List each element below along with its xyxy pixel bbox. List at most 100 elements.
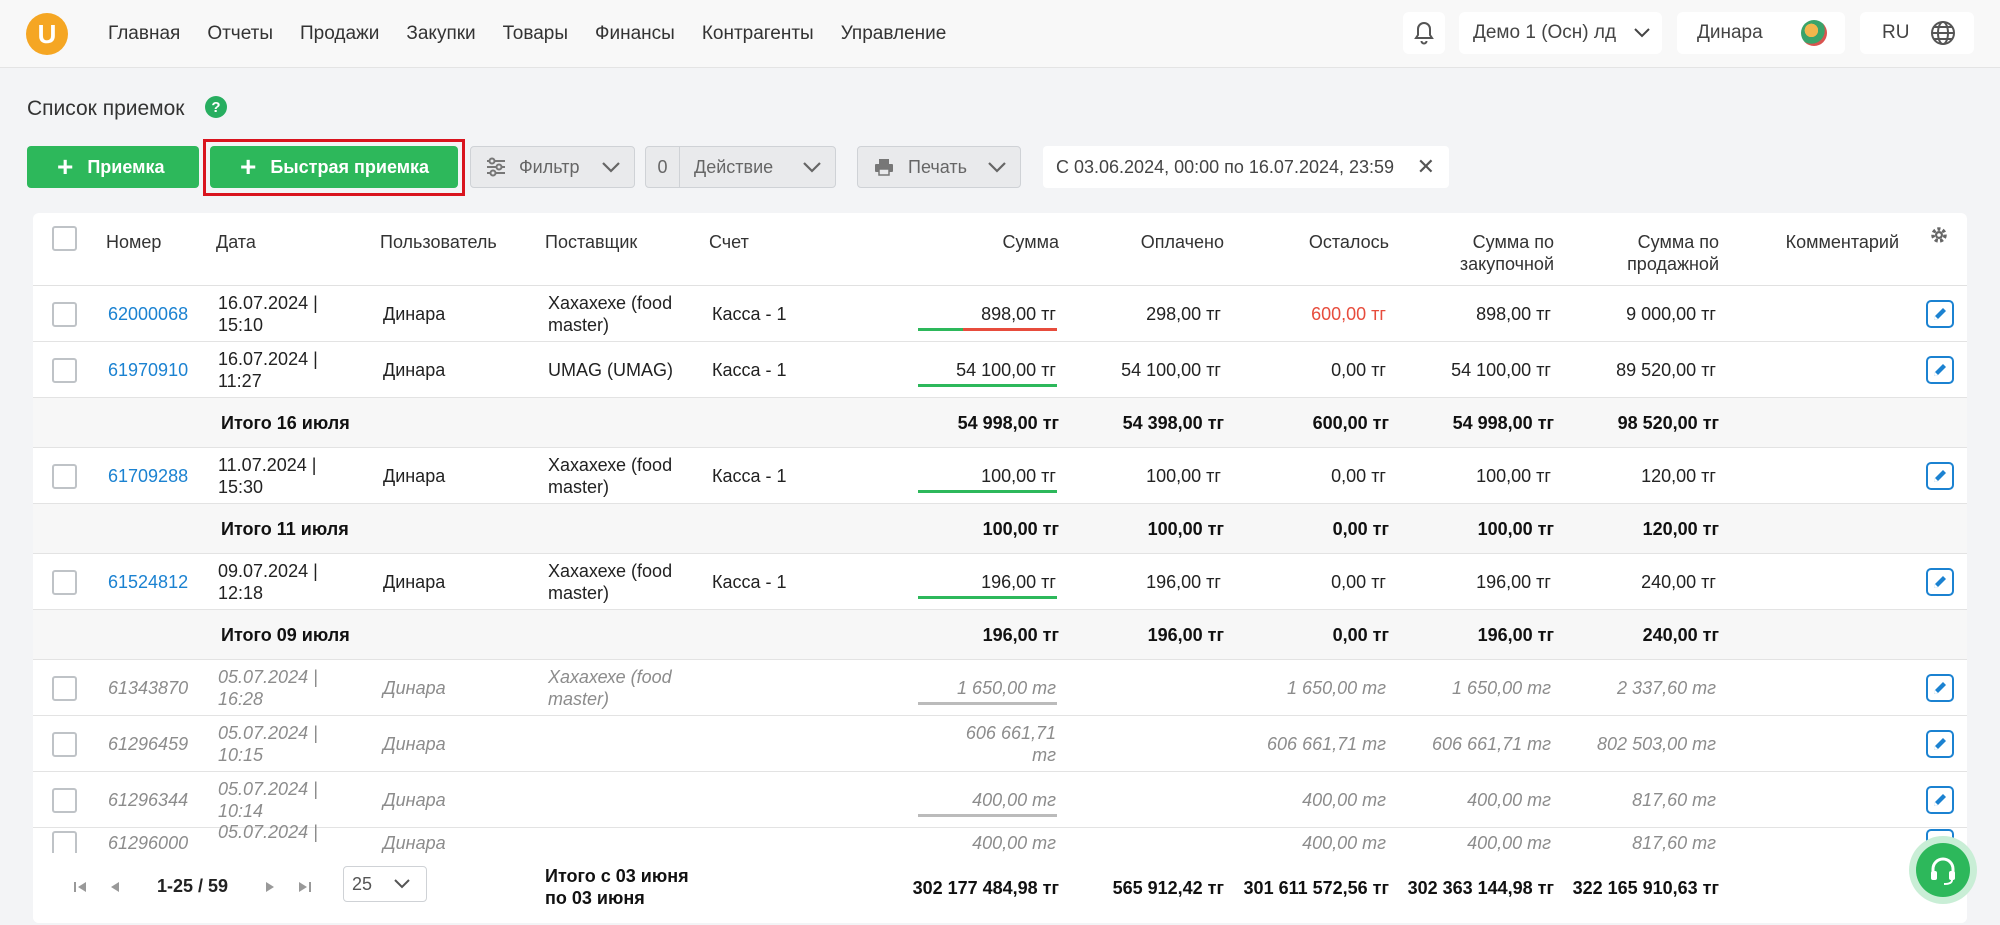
receipt-date: 16.07.2024 | 11:27 xyxy=(218,348,318,392)
subtotal-label: Итого 09 июля xyxy=(221,625,350,645)
col-user[interactable]: Пользователь xyxy=(380,231,497,253)
top-navbar: U Главная Отчеты Продажи Закупки Товары … xyxy=(0,0,2000,68)
receipt-number-link[interactable]: 61970910 xyxy=(108,359,188,381)
table-row[interactable]: 61343870 05.07.2024 | 16:28 Динара Хахахехе … xyxy=(33,660,1967,716)
receipt-number-link[interactable]: 61709288 xyxy=(108,465,188,487)
org-name: Демо 1 (Осн) лд xyxy=(1473,22,1617,43)
receipt-sale-sum: 240,00 тг xyxy=(1641,572,1716,592)
receipt-date-line1: 05.07.2024 | xyxy=(218,779,318,799)
row-checkbox[interactable] xyxy=(52,732,77,757)
row-checkbox[interactable] xyxy=(52,358,77,383)
pencil-icon xyxy=(1934,308,1946,320)
prev-page-icon[interactable] xyxy=(109,880,121,894)
table-row[interactable]: 62000068 16.07.2024 | 15:10 Динара Хахахехе … xyxy=(33,286,1967,342)
support-button-inner xyxy=(1916,843,1970,897)
fast-priemka-button[interactable]: + Быстрая приемка xyxy=(210,146,458,188)
language-selector[interactable]: RU xyxy=(1860,12,1974,54)
user-name: Динара xyxy=(1697,22,1763,43)
edit-button[interactable] xyxy=(1926,674,1954,702)
edit-button[interactable] xyxy=(1926,356,1954,384)
table-header: Номер Дата Пользователь Поставщик Счет С… xyxy=(33,213,1967,286)
receipt-number-link[interactable]: 62000068 xyxy=(108,303,188,325)
gear-icon[interactable] xyxy=(1929,225,1949,245)
nav-item-purchases[interactable]: Закупки xyxy=(406,23,475,45)
edit-button[interactable] xyxy=(1926,568,1954,596)
print-button[interactable]: Печать xyxy=(857,146,1021,188)
nav-item-contractors[interactable]: Контрагенты xyxy=(702,23,814,45)
table-row[interactable]: 61970910 16.07.2024 | 11:27 Динара UMAG (UMA… xyxy=(33,342,1967,398)
nav-item-reports[interactable]: Отчеты xyxy=(207,23,273,45)
nav-item-home[interactable]: Главная xyxy=(108,23,180,45)
receipt-date-line1: 11.07.2024 | xyxy=(218,455,317,475)
row-checkbox[interactable] xyxy=(52,302,77,327)
edit-button[interactable] xyxy=(1926,786,1954,814)
row-checkbox[interactable] xyxy=(52,788,77,813)
row-checkbox[interactable] xyxy=(52,570,77,595)
action-dropdown[interactable]: 0 Действие xyxy=(645,146,836,188)
payment-status-bar xyxy=(918,596,1057,599)
table-row[interactable]: 61524812 09.07.2024 | 12:18 Динара Хахахехе … xyxy=(33,554,1967,610)
receipt-sale-sum: 817,60 тг xyxy=(1632,833,1716,853)
row-checkbox[interactable] xyxy=(52,464,77,489)
pencil-icon xyxy=(1934,364,1946,376)
receipt-date: 09.07.2024 | 12:18 xyxy=(218,560,318,604)
col-account[interactable]: Счет xyxy=(709,231,749,253)
nav-item-products[interactable]: Товары xyxy=(503,23,568,45)
main-nav: Главная Отчеты Продажи Закупки Товары Фи… xyxy=(108,0,946,68)
receipt-date-line1: 16.07.2024 | xyxy=(218,293,318,313)
receipt-date: 05.07.2024 | xyxy=(218,821,318,843)
table-row[interactable]: 61296459 05.07.2024 | 10:15 Динара 606 661,7… xyxy=(33,716,1967,772)
headset-icon xyxy=(1931,857,1955,885)
user-menu[interactable]: Динара xyxy=(1677,12,1845,54)
add-priemka-button[interactable]: + Приемка xyxy=(27,146,199,188)
nav-item-sales[interactable]: Продажи xyxy=(300,23,379,45)
col-date[interactable]: Дата xyxy=(216,231,256,253)
col-sum-sale[interactable]: Сумма по продажной xyxy=(1519,231,1719,275)
payment-status-bar xyxy=(918,490,1057,493)
col-number[interactable]: Номер xyxy=(106,231,161,253)
nav-item-management[interactable]: Управление xyxy=(841,23,947,45)
receipt-user: Динара xyxy=(383,833,446,853)
nav-item-finance[interactable]: Финансы xyxy=(595,23,675,45)
col-supplier[interactable]: Поставщик xyxy=(545,231,637,253)
edit-button[interactable] xyxy=(1926,300,1954,328)
payment-status-bar xyxy=(918,702,1057,705)
receipt-date-line2: 12:18 xyxy=(218,583,264,603)
receipt-account: Касса - 1 xyxy=(712,304,787,324)
next-page-icon[interactable] xyxy=(264,880,276,894)
receipt-date-line1: 09.07.2024 | xyxy=(218,561,318,581)
close-icon[interactable]: ✕ xyxy=(1417,154,1435,180)
first-page-icon[interactable] xyxy=(73,880,87,894)
help-icon[interactable]: ? xyxy=(205,96,227,118)
receipt-number-link[interactable]: 61296459 xyxy=(108,733,188,755)
plus-icon: + xyxy=(57,151,74,182)
receipt-number-link[interactable]: 61296000 xyxy=(108,832,188,854)
umag-logo[interactable]: U xyxy=(26,13,68,55)
receipt-number-link[interactable]: 61343870 xyxy=(108,677,188,699)
receipt-date-line2: 10:14 xyxy=(218,801,264,821)
receipt-user: Динара xyxy=(383,678,446,698)
chevron-down-icon xyxy=(803,161,821,173)
payment-status-bar-paid xyxy=(918,328,963,331)
select-all-checkbox[interactable] xyxy=(52,226,77,251)
receipt-number-link[interactable]: 61524812 xyxy=(108,571,188,593)
table-row[interactable]: 61709288 11.07.2024 | 15:30 Динара Хахахехе … xyxy=(33,448,1967,504)
edit-button[interactable] xyxy=(1926,462,1954,490)
row-checkbox[interactable] xyxy=(52,676,77,701)
receipt-number-link[interactable]: 61296344 xyxy=(108,789,188,811)
per-page-select[interactable]: 25 xyxy=(343,866,427,902)
subtotal-sale: 120,00 тг xyxy=(1642,519,1719,539)
table-row[interactable]: 61296344 05.07.2024 | 10:14 Динара 400,00 тг… xyxy=(33,772,1967,828)
support-chat-button[interactable] xyxy=(1909,836,1977,904)
receipt-supplier: UMAG (UMAG) xyxy=(548,360,673,380)
print-label: Печать xyxy=(908,156,967,177)
receipt-account: Касса - 1 xyxy=(712,360,787,380)
date-range-chip[interactable]: С 03.06.2024, 00:00 по 16.07.2024, 23:59… xyxy=(1043,146,1449,188)
last-page-icon[interactable] xyxy=(298,880,312,894)
filter-button[interactable]: Фильтр xyxy=(470,146,635,188)
edit-button[interactable] xyxy=(1926,730,1954,758)
notifications-button[interactable] xyxy=(1403,12,1445,54)
receipt-supplier-line1: Хахахехе (food xyxy=(548,561,673,581)
org-selector[interactable]: Демо 1 (Осн) лд xyxy=(1459,12,1662,54)
col-comment[interactable]: Комментарий xyxy=(1699,231,1899,253)
